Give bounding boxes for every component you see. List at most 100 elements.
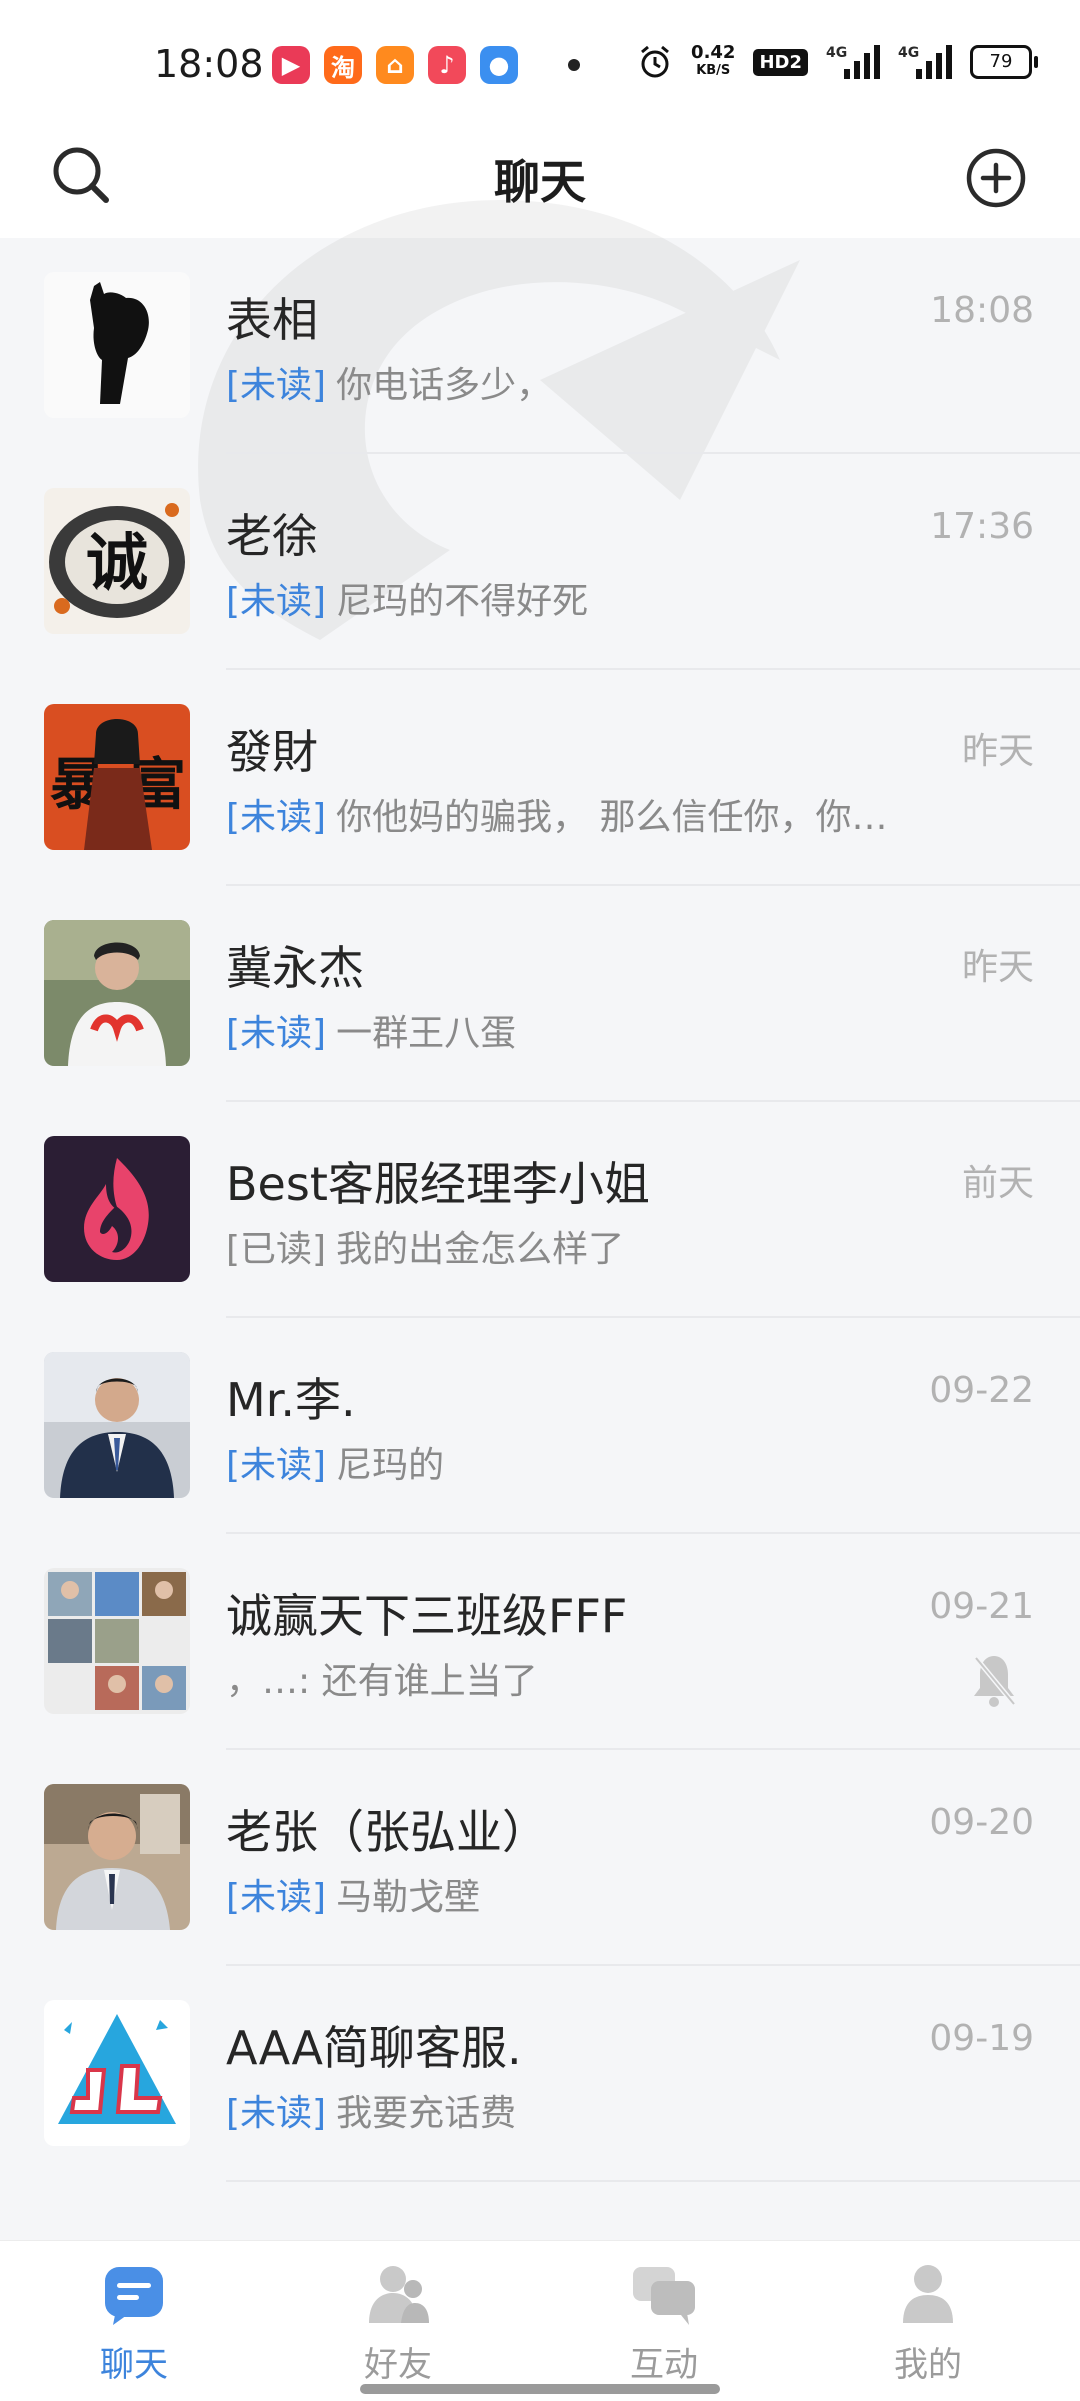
- chat-bubble-icon: [99, 2259, 169, 2329]
- last-message: 尼玛的: [336, 1445, 445, 1486]
- chat-name: 表相: [226, 293, 318, 347]
- chat-preview: [未读] 尼玛的不得好死: [226, 572, 588, 624]
- chat-list-item[interactable]: 老张（张弘业） 09-20 [未读] 马勒戈壁: [0, 1750, 1080, 1966]
- read-status-label: [未读]: [226, 1013, 327, 1054]
- sim2-network-type: 4G: [898, 45, 920, 61]
- network-rate-unit: KB/S: [696, 63, 731, 78]
- chat-list-item[interactable]: 诚 老徐 17:36 [未读] 尼玛的不得好死: [0, 454, 1080, 670]
- chat-name: 老张（张弘业）: [226, 1805, 548, 1859]
- chat-time: 09-22: [929, 1370, 1034, 1411]
- chat-time: 昨天: [961, 731, 1034, 772]
- chat-time: 18:08: [930, 290, 1034, 331]
- video-app-icon: ▶: [272, 46, 310, 84]
- friends-icon: [363, 2259, 433, 2329]
- chat-time: 前天: [961, 1163, 1034, 1204]
- battery-icon: 79: [970, 45, 1038, 79]
- chat-time: 昨天: [961, 947, 1034, 988]
- signal-icon-sim1: 4G: [826, 45, 880, 79]
- chat-time: 09-20: [929, 1802, 1034, 1843]
- chat-preview: [未读] 一群王八蛋: [226, 1004, 516, 1056]
- chat-name: 發財: [226, 725, 318, 779]
- chat-time: 17:36: [930, 506, 1034, 547]
- chat-name: Best客服经理李小姐: [226, 1157, 650, 1211]
- nav-label: 互动: [630, 2345, 698, 2385]
- nav-label: 好友: [364, 2345, 432, 2385]
- chat-preview: [未读] 你电话多少，: [226, 356, 552, 408]
- read-status-label: [未读]: [226, 1877, 327, 1918]
- music-app-icon: ♪: [428, 46, 466, 84]
- add-button[interactable]: [956, 138, 1036, 218]
- hd-badge: HD2: [753, 48, 808, 76]
- last-message: 我要充话费: [336, 2093, 517, 2134]
- chat-name: Mr.李.: [226, 1373, 356, 1427]
- alarm-icon: [641, 45, 670, 78]
- home-indicator[interactable]: [360, 2384, 720, 2394]
- mute-bell-icon: [970, 1652, 1018, 1708]
- read-status-label: [未读]: [226, 797, 327, 838]
- nav-label: 我的: [894, 2345, 962, 2385]
- status-bar: 18:08 ▶ 淘 ⌂ ♪ ● 0.42 KB/S HD2 4G 4G 79: [0, 0, 1080, 130]
- last-message: 你他妈的骗我， 那么信任你，你…: [336, 797, 888, 838]
- last-message: 你电话多少，: [336, 365, 553, 406]
- last-message: 尼玛的不得好死: [336, 581, 589, 622]
- nav-friends[interactable]: 好友: [308, 2259, 488, 2386]
- chat-list-item[interactable]: Mr.李. 09-22 [未读] 尼玛的: [0, 1318, 1080, 1534]
- profile-icon: [893, 2259, 963, 2329]
- last-message: 马勒戈壁: [336, 1877, 481, 1918]
- avatar[interactable]: [44, 1568, 190, 1714]
- bottom-nav: 聊天 好友 互动 我的: [0, 2240, 1080, 2401]
- divider: [226, 2180, 1080, 2182]
- chat-preview: [已读] 我的出金怎么样了: [226, 1220, 624, 1272]
- chat-time: 09-21: [929, 1586, 1034, 1627]
- avatar[interactable]: [44, 1352, 190, 1498]
- home-app-icon: ⌂: [376, 46, 414, 84]
- chat-list: 表相 18:08 [未读] 你电话多少，诚老徐 17:36 [未读] 尼玛的不得好死暴富發財…: [0, 238, 1080, 2182]
- last-message: 我的出金怎么样了: [336, 1229, 625, 1270]
- last-message: ，…: 还有谁上当了: [226, 1661, 538, 1702]
- nav-label: 聊天: [100, 2345, 168, 2385]
- avatar[interactable]: [44, 2000, 190, 2146]
- nav-interact[interactable]: 互动: [574, 2259, 754, 2386]
- network-rate: 0.42 KB/S: [691, 44, 735, 80]
- chat-list-item[interactable]: 暴富發財 昨天 [未读] 你他妈的骗我， 那么信任你，你…: [0, 670, 1080, 886]
- top-bar: 聊天: [0, 130, 1080, 238]
- avatar[interactable]: [44, 920, 190, 1066]
- avatar[interactable]: [44, 272, 190, 418]
- notification-dot: [568, 59, 580, 71]
- avatar[interactable]: 诚: [44, 488, 190, 634]
- status-indicators: 0.42 KB/S HD2 4G 4G 79: [637, 44, 1038, 80]
- chat-name: 冀永杰: [226, 941, 364, 995]
- last-message: 一群王八蛋: [336, 1013, 517, 1054]
- network-rate-value: 0.42: [691, 42, 736, 63]
- status-time: 18:08: [154, 42, 264, 86]
- chat-list-item[interactable]: 冀永杰 昨天 [未读] 一群王八蛋: [0, 886, 1080, 1102]
- avatar[interactable]: [44, 1136, 190, 1282]
- chat-name: AAA简聊客服.: [226, 2021, 522, 2075]
- chat-name: 诚赢天下三班级FFF: [226, 1589, 628, 1643]
- chat-list-item[interactable]: AAA简聊客服. 09-19 [未读] 我要充话费: [0, 1966, 1080, 2182]
- chat-preview: [未读] 尼玛的: [226, 1436, 444, 1488]
- page-title: 聊天: [494, 155, 586, 209]
- circle-app-icon: ●: [480, 46, 518, 84]
- read-status-label: [未读]: [226, 581, 327, 622]
- sim1-network-type: 4G: [826, 45, 848, 61]
- status-app-icons: ▶ 淘 ⌂ ♪ ●: [272, 46, 580, 84]
- nav-chat[interactable]: 聊天: [44, 2259, 224, 2386]
- chat-list-item[interactable]: Best客服经理李小姐 前天 [已读] 我的出金怎么样了: [0, 1102, 1080, 1318]
- chat-list-item[interactable]: 表相 18:08 [未读] 你电话多少，: [0, 238, 1080, 454]
- avatar[interactable]: 暴富: [44, 704, 190, 850]
- svg-text:诚: 诚: [86, 526, 148, 599]
- avatar[interactable]: [44, 1784, 190, 1930]
- read-status-label: [已读]: [226, 1229, 327, 1270]
- read-status-label: [未读]: [226, 2093, 327, 2134]
- chat-preview: [未读] 你他妈的骗我， 那么信任你，你…: [226, 788, 888, 840]
- plus-circle-icon: [966, 148, 1026, 208]
- chat-preview: [未读] 马勒戈壁: [226, 1868, 480, 1920]
- read-status-label: [未读]: [226, 1445, 327, 1486]
- taobao-app-icon: 淘: [324, 46, 362, 84]
- nav-me[interactable]: 我的: [838, 2259, 1018, 2386]
- chat-preview: ，…: 还有谁上当了: [226, 1652, 538, 1704]
- chat-time: 09-19: [929, 2018, 1034, 2059]
- signal-icon-sim2: 4G: [898, 45, 952, 79]
- chat-list-item[interactable]: 诚赢天下三班级FFF 09-21 ，…: 还有谁上当了: [0, 1534, 1080, 1750]
